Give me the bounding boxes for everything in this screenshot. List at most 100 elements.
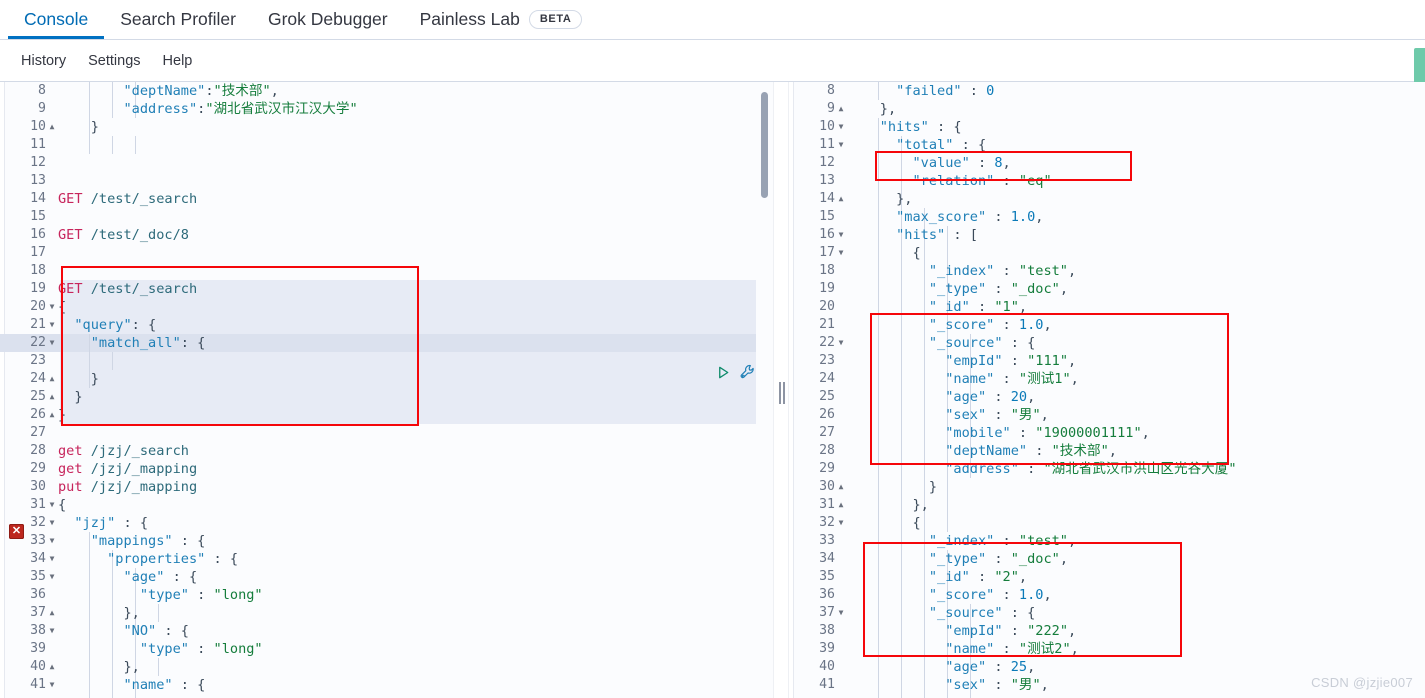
code-line[interactable]: 38 ▼ "NO" : { bbox=[0, 622, 358, 640]
code-line[interactable]: 17 bbox=[0, 244, 358, 262]
fold-toggle-icon[interactable]: ▲ bbox=[46, 118, 58, 136]
fold-toggle-icon[interactable]: ▼ bbox=[46, 532, 58, 550]
code-line[interactable]: 17 ▼ { bbox=[789, 244, 1237, 262]
code-line[interactable]: 8 "failed" : 0 bbox=[789, 82, 1237, 100]
fold-toggle-icon[interactable]: ▲ bbox=[835, 190, 847, 208]
code-line[interactable]: 23 "empId" : "111", bbox=[789, 352, 1237, 370]
code-line[interactable]: 9 "address":"湖北省武汉市江汉大学" bbox=[0, 100, 358, 118]
code-line[interactable]: 21 ▼ "query": { bbox=[0, 316, 358, 334]
code-line[interactable]: 36 "_score" : 1.0, bbox=[789, 586, 1237, 604]
fold-toggle-icon[interactable]: ▼ bbox=[46, 514, 58, 532]
toolbar-settings-button[interactable]: Settings bbox=[77, 53, 151, 69]
fold-toggle-icon[interactable]: ▼ bbox=[46, 334, 58, 352]
code-line[interactable]: 28 "deptName" : "技术部", bbox=[789, 442, 1237, 460]
code-line[interactable]: 30 put /jzj/_mapping bbox=[0, 478, 358, 496]
code-line[interactable]: 34 "_type" : "_doc", bbox=[789, 550, 1237, 568]
pane-resizer[interactable] bbox=[773, 82, 789, 698]
toolbar-history-button[interactable]: History bbox=[10, 53, 77, 69]
fold-toggle-icon[interactable]: ▼ bbox=[835, 514, 847, 532]
code-line[interactable]: 19 GET /test/_search bbox=[0, 280, 358, 298]
fold-toggle-icon[interactable]: ▲ bbox=[835, 496, 847, 514]
code-line[interactable]: 13 "relation" : "eq" bbox=[789, 172, 1237, 190]
code-line[interactable]: 33 "_index" : "test", bbox=[789, 532, 1237, 550]
code-line[interactable]: 28 get /jzj/_search bbox=[0, 442, 358, 460]
fold-toggle-icon[interactable]: ▼ bbox=[46, 622, 58, 640]
request-editor-code[interactable]: 8 "deptName":"技术部", 9 "address":"湖北省武汉市江汉… bbox=[0, 82, 358, 694]
code-line[interactable]: 11 ▼ "total" : { bbox=[789, 136, 1237, 154]
code-line[interactable]: 37 ▲ }, bbox=[0, 604, 358, 622]
code-line[interactable]: 23 bbox=[0, 352, 358, 370]
code-line[interactable]: 22 ▼ "_source" : { bbox=[789, 334, 1237, 352]
code-line[interactable]: 37 ▼ "_source" : { bbox=[789, 604, 1237, 622]
code-line[interactable]: 25 "age" : 20, bbox=[789, 388, 1237, 406]
response-viewer-code[interactable]: 8 "failed" : 0 9 ▲ }, 10 ▼ "hits" : {11 ▼ "to… bbox=[789, 82, 1237, 694]
code-line[interactable]: 9 ▲ }, bbox=[789, 100, 1237, 118]
code-line[interactable]: 16 ▼ "hits" : [ bbox=[789, 226, 1237, 244]
code-line[interactable]: 29 get /jzj/_mapping bbox=[0, 460, 358, 478]
code-line[interactable]: 11 bbox=[0, 136, 358, 154]
play-request-icon[interactable] bbox=[716, 365, 731, 385]
wrench-icon[interactable] bbox=[740, 364, 756, 385]
code-line[interactable]: 13 bbox=[0, 172, 358, 190]
error-marker-icon[interactable]: ✕ bbox=[9, 524, 24, 539]
code-line[interactable]: 39 "name" : "测试2", bbox=[789, 640, 1237, 658]
code-line[interactable]: 26 "sex" : "男", bbox=[789, 406, 1237, 424]
code-line[interactable]: 12 "value" : 8, bbox=[789, 154, 1237, 172]
code-line[interactable]: 27 bbox=[0, 424, 358, 442]
fold-toggle-icon[interactable]: ▲ bbox=[46, 604, 58, 622]
request-editor-scrollbar[interactable] bbox=[761, 92, 768, 198]
fold-toggle-icon[interactable]: ▼ bbox=[46, 316, 58, 334]
code-line[interactable]: 26 ▲} bbox=[0, 406, 358, 424]
code-line[interactable]: 18 "_index" : "test", bbox=[789, 262, 1237, 280]
fold-toggle-icon[interactable]: ▲ bbox=[46, 370, 58, 388]
code-line[interactable]: 31 ▼{ bbox=[0, 496, 358, 514]
fold-toggle-icon[interactable]: ▼ bbox=[46, 298, 58, 316]
code-line[interactable]: 21 "_score" : 1.0, bbox=[789, 316, 1237, 334]
tab-grok-debugger[interactable]: Grok Debugger bbox=[252, 0, 404, 39]
code-line[interactable]: 36 "type" : "long" bbox=[0, 586, 358, 604]
fold-toggle-icon[interactable]: ▲ bbox=[46, 658, 58, 676]
code-line[interactable]: 41 ▼ "name" : { bbox=[0, 676, 358, 694]
fold-toggle-icon[interactable]: ▲ bbox=[835, 478, 847, 496]
code-line[interactable]: 18 bbox=[0, 262, 358, 280]
code-line[interactable]: 32 ▼ { bbox=[789, 514, 1237, 532]
fold-toggle-icon[interactable]: ▼ bbox=[835, 136, 847, 154]
code-line[interactable]: 15 "max_score" : 1.0, bbox=[789, 208, 1237, 226]
fold-toggle-icon[interactable]: ▼ bbox=[835, 334, 847, 352]
fold-toggle-icon[interactable]: ▼ bbox=[835, 226, 847, 244]
fold-toggle-icon[interactable]: ▼ bbox=[46, 496, 58, 514]
code-line[interactable]: 31 ▲ }, bbox=[789, 496, 1237, 514]
code-line[interactable]: 15 bbox=[0, 208, 358, 226]
fold-toggle-icon[interactable]: ▲ bbox=[46, 388, 58, 406]
code-line[interactable]: 14 ▲ }, bbox=[789, 190, 1237, 208]
code-line[interactable]: 35 ▼ "age" : { bbox=[0, 568, 358, 586]
fold-toggle-icon[interactable]: ▲ bbox=[46, 406, 58, 424]
tab-console[interactable]: Console bbox=[8, 0, 105, 39]
code-line[interactable]: 25 ▲ } bbox=[0, 388, 358, 406]
code-line[interactable]: 10 ▲ } bbox=[0, 118, 358, 136]
code-line[interactable]: 30 ▲ } bbox=[789, 478, 1237, 496]
code-line[interactable]: 39 "type" : "long" bbox=[0, 640, 358, 658]
code-line[interactable]: 24 "name" : "测试1", bbox=[789, 370, 1237, 388]
code-line[interactable]: 20 "_id" : "1", bbox=[789, 298, 1237, 316]
request-action-icons[interactable] bbox=[716, 364, 756, 385]
code-line[interactable]: 19 "_type" : "_doc", bbox=[789, 280, 1237, 298]
fold-toggle-icon[interactable]: ▼ bbox=[835, 118, 847, 136]
code-line[interactable]: 41 "sex" : "男", bbox=[789, 676, 1237, 694]
request-editor-pane[interactable]: 8 "deptName":"技术部", 9 "address":"湖北省武汉市江汉… bbox=[0, 82, 773, 698]
code-line[interactable]: 10 ▼ "hits" : { bbox=[789, 118, 1237, 136]
code-line[interactable]: 20 ▼{ bbox=[0, 298, 358, 316]
code-line[interactable]: 32 ▼ "jzj" : { bbox=[0, 514, 358, 532]
response-viewer-pane[interactable]: 8 "failed" : 0 9 ▲ }, 10 ▼ "hits" : {11 ▼ "to… bbox=[789, 82, 1425, 698]
code-line[interactable]: 33 ▼ "mappings" : { bbox=[0, 532, 358, 550]
fold-toggle-icon[interactable]: ▼ bbox=[46, 568, 58, 586]
code-line[interactable]: 40 "age" : 25, bbox=[789, 658, 1237, 676]
code-line[interactable]: 38 "empId" : "222", bbox=[789, 622, 1237, 640]
fold-toggle-icon[interactable]: ▼ bbox=[835, 244, 847, 262]
code-line[interactable]: 14 GET /test/_search bbox=[0, 190, 358, 208]
code-line[interactable]: 24 ▲ } bbox=[0, 370, 358, 388]
code-line[interactable]: 34 ▼ "properties" : { bbox=[0, 550, 358, 568]
code-line[interactable]: 8 "deptName":"技术部", bbox=[0, 82, 358, 100]
tab-painless-lab[interactable]: Painless Lab BETA bbox=[404, 0, 599, 39]
code-line[interactable]: 27 "mobile" : "19000001111", bbox=[789, 424, 1237, 442]
